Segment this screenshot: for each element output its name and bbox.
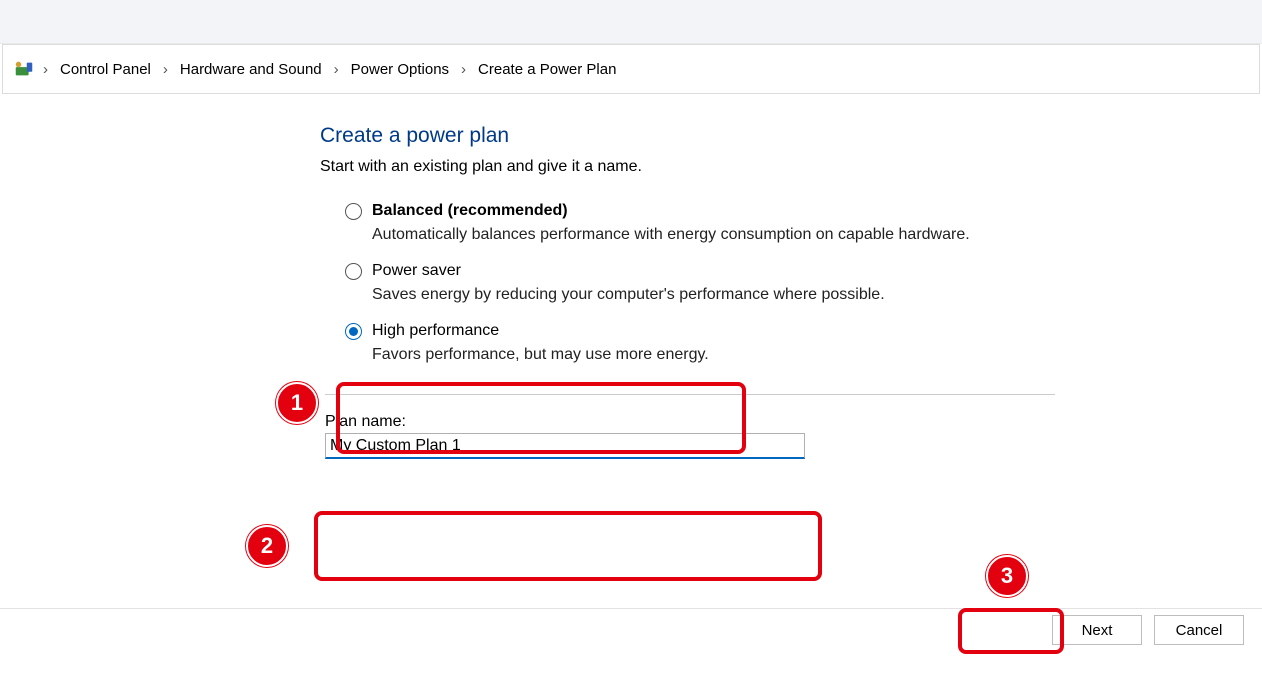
plan-name-area: Plan name: bbox=[325, 413, 815, 459]
option-power-saver[interactable]: Power saver Saves energy by reducing you… bbox=[345, 262, 1262, 304]
main-content: Create a power plan Start with an existi… bbox=[0, 94, 1262, 459]
option-balanced[interactable]: Balanced (recommended) Automatically bal… bbox=[345, 202, 1262, 244]
control-panel-icon bbox=[13, 58, 35, 80]
chevron-right-icon: › bbox=[43, 61, 48, 78]
annotation-badge-3: 3 bbox=[986, 555, 1028, 597]
next-button[interactable]: Next bbox=[1052, 615, 1142, 645]
option-description: Saves energy by reducing your computer's… bbox=[372, 286, 1262, 304]
breadcrumb-create-power-plan[interactable]: Create a Power Plan bbox=[474, 59, 620, 80]
option-label: Power saver bbox=[372, 262, 461, 280]
option-high-performance[interactable]: High performance Favors performance, but… bbox=[345, 322, 1262, 364]
page-subtitle: Start with an existing plan and give it … bbox=[320, 158, 1262, 176]
titlebar-placeholder bbox=[0, 0, 1262, 44]
address-bar[interactable]: › Control Panel › Hardware and Sound › P… bbox=[2, 44, 1260, 94]
plan-name-input[interactable] bbox=[325, 433, 805, 459]
breadcrumb-power-options[interactable]: Power Options bbox=[347, 59, 453, 80]
footer-buttons: Next Cancel bbox=[1052, 615, 1244, 645]
option-label: Balanced (recommended) bbox=[372, 202, 568, 220]
annotation-badge-2: 2 bbox=[246, 525, 288, 567]
radio-icon-selected[interactable] bbox=[345, 323, 362, 340]
chevron-right-icon: › bbox=[163, 61, 168, 78]
option-description: Favors performance, but may use more ene… bbox=[372, 346, 1262, 364]
radio-icon[interactable] bbox=[345, 263, 362, 280]
chevron-right-icon: › bbox=[334, 61, 339, 78]
option-description: Automatically balances performance with … bbox=[372, 226, 1262, 244]
option-label: High performance bbox=[372, 322, 499, 340]
breadcrumb-control-panel[interactable]: Control Panel bbox=[56, 59, 155, 80]
page-title: Create a power plan bbox=[320, 124, 1262, 148]
radio-icon[interactable] bbox=[345, 203, 362, 220]
annotation-box-2 bbox=[314, 511, 822, 581]
breadcrumb-hardware-sound[interactable]: Hardware and Sound bbox=[176, 59, 326, 80]
cancel-button[interactable]: Cancel bbox=[1154, 615, 1244, 645]
annotation-box-3 bbox=[958, 608, 1064, 654]
section-divider bbox=[325, 394, 1055, 395]
footer-divider bbox=[0, 608, 1262, 609]
plan-options: Balanced (recommended) Automatically bal… bbox=[345, 202, 1262, 364]
chevron-right-icon: › bbox=[461, 61, 466, 78]
plan-name-label: Plan name: bbox=[325, 413, 815, 431]
annotation-badge-1: 1 bbox=[276, 382, 318, 424]
